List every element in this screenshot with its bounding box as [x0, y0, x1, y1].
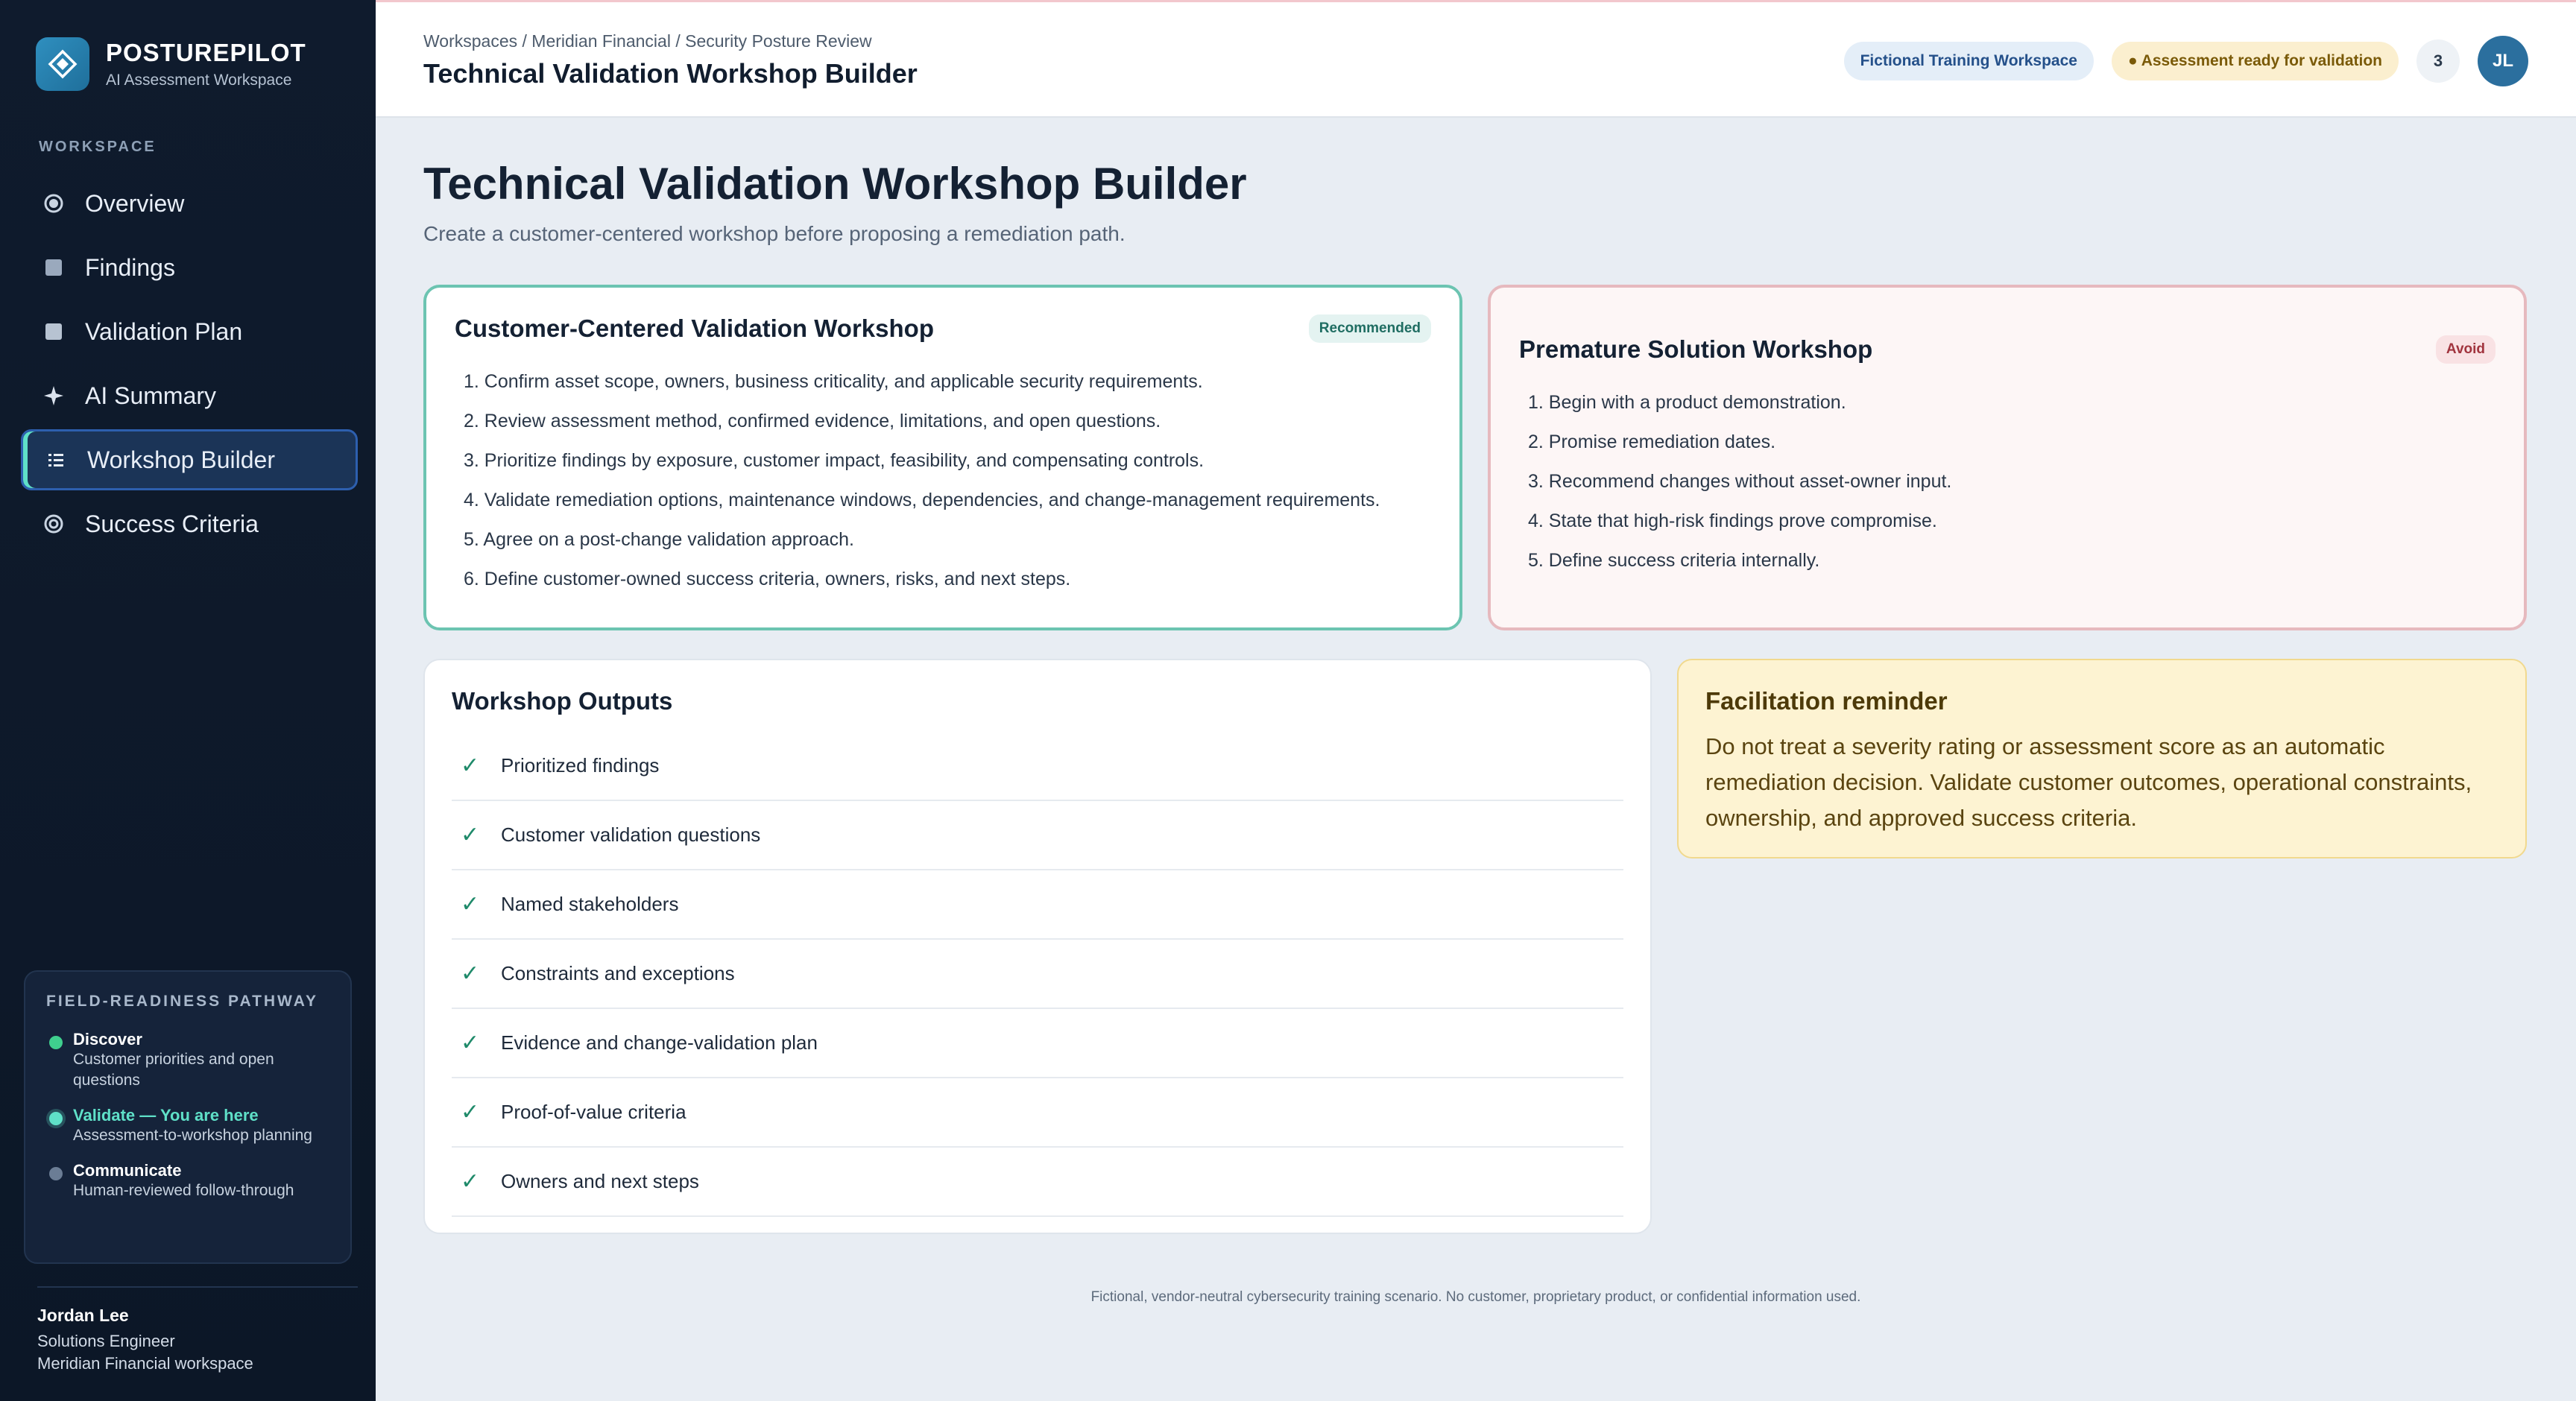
output-label: Proof-of-value criteria: [501, 1101, 686, 1123]
nav-section-label: WORKSPACE: [39, 139, 157, 155]
pathway-step-discover[interactable]: Discover Customer priorities and open qu…: [46, 1030, 329, 1091]
list-item: 5. Agree on a post-change validation app…: [464, 529, 854, 550]
list-item: ✓ Prioritized findings: [452, 732, 1623, 801]
step-title: Discover: [73, 1030, 142, 1049]
avoid-steps-list: 1. Begin with a product demonstration. 2…: [1519, 383, 2496, 581]
sidebar-item-ai-summary[interactable]: AI Summary: [21, 365, 358, 426]
square-icon: [42, 320, 66, 344]
brand-name: POSTUREPILOT: [106, 39, 306, 66]
avoid-badge: Avoid: [2435, 335, 2496, 364]
sidebar-item-label: Workshop Builder: [87, 446, 275, 473]
sidebar-item-workshop-builder[interactable]: Workshop Builder: [21, 429, 358, 490]
list-item: ✓ Constraints and exceptions: [452, 940, 1623, 1009]
check-icon: ✓: [461, 892, 480, 917]
list-item: ✓ Proof-of-value criteria: [452, 1078, 1623, 1148]
sidebar-item-label: Findings: [85, 253, 175, 281]
status-dot-icon: [49, 1112, 63, 1125]
sidebar-item-findings[interactable]: Findings: [21, 237, 358, 298]
top-bar: Workspaces / Meridian Financial / Securi…: [376, 0, 2576, 118]
brand-subtitle: AI Assessment Workspace: [106, 72, 292, 89]
list-item: 6. Define customer-owned success criteri…: [464, 569, 1071, 589]
check-icon: ✓: [461, 1031, 480, 1055]
footer-disclaimer: Fictional, vendor-neutral cybersecurity …: [1090, 1289, 1861, 1305]
user-role: Solutions Engineer: [37, 1332, 175, 1350]
square-icon: [42, 256, 66, 279]
page-title: Technical Validation Workshop Builder: [423, 159, 1247, 209]
list-item: ✓ Named stakeholders: [452, 870, 1623, 940]
sidebar-item-success-criteria[interactable]: Success Criteria: [21, 493, 358, 554]
card-title: Workshop Outputs: [452, 687, 673, 715]
radio-icon: [42, 192, 66, 215]
step-description: Customer priorities and open questions: [73, 1051, 274, 1089]
breadcrumb[interactable]: Workspaces / Meridian Financial / Securi…: [423, 31, 872, 51]
list-item: 4. Validate remediation options, mainten…: [464, 490, 1380, 510]
list-item: 5. Define success criteria internally.: [1528, 550, 1820, 571]
list-item: 2. Promise remediation dates.: [1528, 431, 1776, 452]
sparkle-icon: [42, 384, 66, 408]
user-workspace: Meridian Financial workspace: [37, 1354, 253, 1373]
workspace-pill[interactable]: Fictional Training Workspace: [1843, 42, 2094, 80]
step-title: Communicate: [73, 1161, 182, 1180]
check-icon: ✓: [461, 823, 480, 847]
sidebar: POSTUREPILOT AI Assessment Workspace WOR…: [0, 0, 376, 1401]
app-window: POSTUREPILOT AI Assessment Workspace WOR…: [0, 0, 2576, 1401]
output-label: Prioritized findings: [501, 754, 660, 777]
card-title: Premature Solution Workshop: [1519, 335, 1873, 363]
pathway-step-validate[interactable]: Validate — You are here Assessment-to-wo…: [46, 1106, 329, 1146]
sidebar-item-validation-plan[interactable]: Validation Plan: [21, 301, 358, 362]
page-subtitle: Create a customer-centered workshop befo…: [423, 222, 1126, 245]
avatar[interactable]: JL: [2478, 36, 2528, 86]
list-item: 1. Begin with a product demonstration.: [1528, 392, 1846, 413]
output-label: Evidence and change-validation plan: [501, 1031, 818, 1054]
reminder-title: Facilitation reminder: [1705, 687, 1948, 715]
workshop-outputs-card: Workshop Outputs ✓ Prioritized findings …: [423, 659, 1652, 1234]
reminder-body: Do not treat a severity rating or assess…: [1705, 733, 2472, 831]
notification-count[interactable]: 3: [2416, 39, 2460, 83]
list-item: 3. Recommend changes without asset-owner…: [1528, 471, 1952, 492]
facilitation-reminder: Facilitation reminder Do not treat a sev…: [1677, 659, 2527, 858]
sidebar-item-label: Validation Plan: [85, 317, 243, 345]
list-icon: [44, 448, 68, 472]
recommended-workshop-card: Customer-Centered Validation Workshop Re…: [423, 285, 1462, 630]
pathway-title: FIELD-READINESS PATHWAY: [46, 993, 318, 1010]
status-dot-icon: [49, 1167, 63, 1180]
brand[interactable]: POSTUREPILOT AI Assessment Workspace: [36, 37, 306, 91]
check-icon: ✓: [461, 1100, 480, 1125]
user-profile[interactable]: Jordan Lee Solutions Engineer Meridian F…: [37, 1286, 358, 1375]
field-readiness-pathway: FIELD-READINESS PATHWAY Discover Custome…: [24, 970, 352, 1264]
check-icon: ✓: [461, 961, 480, 986]
sidebar-item-overview[interactable]: Overview: [21, 173, 358, 234]
user-name: Jordan Lee: [37, 1306, 129, 1325]
sidebar-item-label: AI Summary: [85, 382, 217, 409]
list-item: 2. Review assessment method, confirmed e…: [464, 411, 1161, 431]
output-label: Customer validation questions: [501, 823, 761, 846]
recommended-steps-list: 1. Confirm asset scope, owners, business…: [455, 362, 1431, 599]
list-item: 3. Prioritize findings by exposure, cust…: [464, 450, 1205, 471]
logo-icon: [36, 37, 89, 91]
list-item: 4. State that high-risk findings prove c…: [1528, 510, 1937, 531]
output-label: Owners and next steps: [501, 1170, 699, 1192]
list-item: ✓ Owners and next steps: [452, 1148, 1623, 1217]
pathway-step-communicate[interactable]: Communicate Human-reviewed follow-throug…: [46, 1161, 329, 1201]
avoid-workshop-card: Premature Solution Workshop Avoid 1. Beg…: [1488, 285, 2527, 630]
step-description: Assessment-to-workshop planning: [73, 1127, 312, 1144]
status-badge: ● Assessment ready for validation: [2111, 42, 2399, 80]
step-title: Validate — You are here: [73, 1106, 259, 1125]
list-item: ✓ Customer validation questions: [452, 801, 1623, 870]
header-title: Technical Validation Workshop Builder: [423, 58, 918, 89]
output-label: Constraints and exceptions: [501, 962, 735, 984]
check-icon: ✓: [461, 1169, 480, 1194]
recommended-badge: Recommended: [1308, 314, 1431, 343]
step-description: Human-reviewed follow-through: [73, 1182, 294, 1199]
status-dot-icon: [49, 1036, 63, 1049]
check-icon: ✓: [461, 753, 480, 778]
sidebar-item-label: Success Criteria: [85, 510, 259, 537]
card-title: Customer-Centered Validation Workshop: [455, 314, 934, 342]
sidebar-nav: Overview Findings Validation Plan AI Sum…: [21, 173, 358, 557]
target-icon: [42, 512, 66, 536]
list-item: 1. Confirm asset scope, owners, business…: [464, 371, 1203, 392]
list-item: ✓ Evidence and change-validation plan: [452, 1009, 1623, 1078]
output-label: Named stakeholders: [501, 893, 679, 915]
sidebar-item-label: Overview: [85, 189, 185, 217]
